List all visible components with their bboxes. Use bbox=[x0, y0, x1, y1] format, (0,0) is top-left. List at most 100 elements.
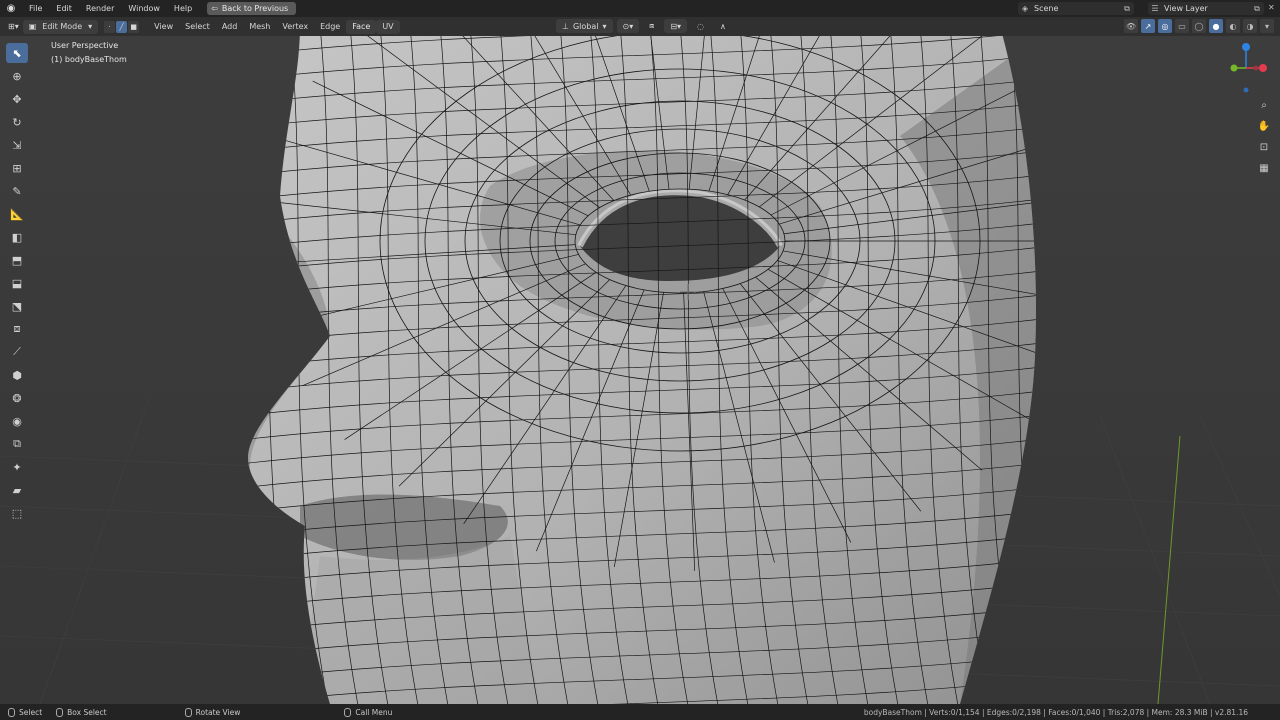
status-select-label: Select bbox=[19, 707, 43, 717]
pivot-point-dropdown[interactable]: ⊙▾ bbox=[616, 19, 640, 33]
rotate-icon[interactable]: ↻ bbox=[6, 112, 28, 132]
status-call-menu: Call Menu bbox=[344, 707, 393, 717]
viewport-header: ⊞▾ ▣ Edit Mode ▾ · ╱ ■ View Select Add M… bbox=[0, 17, 1280, 36]
knife-icon[interactable]: ⟋ bbox=[6, 342, 28, 362]
editor-type-icon[interactable]: ⊞▾ bbox=[0, 20, 23, 34]
gizmo-toggle-icon[interactable]: ↗ bbox=[1141, 19, 1155, 33]
top-menu-bar: ◉ File Edit Render Window Help ⇦ Back to… bbox=[0, 0, 1280, 17]
zoom-icon[interactable]: ⌕ bbox=[1255, 96, 1273, 114]
transform-icon[interactable]: ⊞ bbox=[6, 158, 28, 178]
status-box-select-label: Box Select bbox=[67, 707, 107, 717]
status-call-menu-label: Call Menu bbox=[355, 707, 393, 717]
vertex-select-icon[interactable]: · bbox=[104, 20, 116, 33]
menu-render[interactable]: Render bbox=[79, 0, 121, 17]
x-axis-icon bbox=[1259, 64, 1267, 72]
viewport-perspective-label: User Perspective bbox=[51, 41, 119, 50]
material-shading-icon[interactable]: ◐ bbox=[1226, 19, 1240, 33]
copy-scene-icon[interactable]: ⧉ bbox=[1120, 4, 1134, 14]
face-select-icon[interactable]: ■ bbox=[128, 20, 140, 33]
smooth-icon[interactable]: ◉ bbox=[6, 411, 28, 431]
transform-tools: ⊥ Global ▾ ⊙▾ ⧈ ⊟▾ ◌ ∧ bbox=[556, 19, 732, 33]
rendered-shading-icon[interactable]: ◑ bbox=[1243, 19, 1257, 33]
rip-icon[interactable]: ⬚ bbox=[6, 503, 28, 523]
tool-shelf: ⬉ ⊕ ✥ ↻ ⇲ ⊞ ✎ 📐 ◧ ⬒ ⬓ ⬔ ⧈ ⟋ ⬢ ❂ ◉ ⧉ ✦ ▰ … bbox=[6, 43, 30, 526]
overlay-toggle-icon[interactable]: ◎ bbox=[1158, 19, 1172, 33]
mouse-left-icon bbox=[8, 707, 15, 717]
viewport-display-tools: 👁 ↗ ◎ ▭ ◯ ● ◐ ◑ ▾ bbox=[1124, 19, 1274, 33]
loop-cut-icon[interactable]: ⧈ bbox=[6, 319, 28, 339]
transform-orientation-dropdown[interactable]: ⊥ Global ▾ bbox=[556, 19, 613, 33]
perspective-toggle-icon[interactable]: ▦ bbox=[1255, 159, 1273, 177]
xray-icon[interactable]: ▭ bbox=[1175, 19, 1189, 33]
select-box-icon[interactable]: ⬉ bbox=[6, 43, 28, 63]
menu-mesh[interactable]: Mesh bbox=[243, 20, 276, 34]
menu-vertex[interactable]: Vertex bbox=[276, 20, 314, 34]
poly-build-icon[interactable]: ⬢ bbox=[6, 365, 28, 385]
camera-icon[interactable]: ⊡ bbox=[1255, 138, 1273, 156]
solid-shading-icon[interactable]: ● bbox=[1209, 19, 1223, 33]
menu-edit[interactable]: Edit bbox=[49, 0, 79, 17]
snap-target-dropdown[interactable]: ⊟▾ bbox=[664, 19, 688, 33]
menu-window[interactable]: Window bbox=[121, 0, 167, 17]
menu-select[interactable]: Select bbox=[179, 20, 216, 34]
edge-slide-icon[interactable]: ⧉ bbox=[6, 434, 28, 454]
bevel-icon[interactable]: ⬔ bbox=[6, 296, 28, 316]
navigation-gizmo[interactable] bbox=[1218, 40, 1278, 100]
3d-viewport[interactable]: User Perspective (1) bodyBaseThom ⌕ ✋ ⊡ … bbox=[0, 36, 1280, 704]
menu-add[interactable]: Add bbox=[216, 20, 244, 34]
menu-file[interactable]: File bbox=[22, 0, 49, 17]
wireframe-shading-icon[interactable]: ◯ bbox=[1192, 19, 1206, 33]
shear-icon[interactable]: ▰ bbox=[6, 480, 28, 500]
edit-mode-icon: ▣ bbox=[28, 22, 37, 31]
orientation-icon: ⊥ bbox=[562, 21, 569, 31]
spin-icon[interactable]: ❂ bbox=[6, 388, 28, 408]
mesh-canvas[interactable] bbox=[0, 36, 1280, 704]
inset-icon[interactable]: ⬓ bbox=[6, 273, 28, 293]
pan-icon[interactable]: ✋ bbox=[1255, 117, 1273, 135]
snap-icon[interactable]: ⧈ bbox=[643, 19, 660, 33]
move-icon[interactable]: ✥ bbox=[6, 89, 28, 109]
status-select: Select bbox=[8, 707, 43, 717]
chevron-down-icon: ▾ bbox=[602, 21, 607, 31]
proportional-edit-icon[interactable]: ◌ bbox=[691, 19, 710, 33]
head-mesh[interactable] bbox=[240, 36, 1100, 704]
edge-select-icon[interactable]: ╱ bbox=[116, 20, 128, 33]
status-rotate-view: Rotate View bbox=[184, 707, 240, 717]
mode-selector[interactable]: ▣ Edit Mode ▾ bbox=[22, 19, 99, 34]
scene-icon: ◈ bbox=[1021, 4, 1029, 13]
extrude-icon[interactable]: ⬒ bbox=[6, 250, 28, 270]
scale-icon[interactable]: ⇲ bbox=[6, 135, 28, 155]
remove-view-layer-icon[interactable]: ✕ bbox=[1268, 3, 1275, 12]
shading-options-icon[interactable]: ▾ bbox=[1260, 19, 1274, 33]
select-mode-group: · ╱ ■ bbox=[104, 20, 140, 33]
shrink-fatten-icon[interactable]: ✦ bbox=[6, 457, 28, 477]
back-to-previous-button[interactable]: ⇦ Back to Previous bbox=[207, 2, 297, 15]
scene-name: Scene bbox=[1034, 4, 1059, 13]
scene-selector[interactable]: ◈ Scene ⧉ bbox=[1018, 2, 1134, 15]
back-to-previous-label: Back to Previous bbox=[221, 4, 289, 13]
annotate-icon[interactable]: ✎ bbox=[6, 181, 28, 201]
copy-view-layer-icon[interactable]: ⧉ bbox=[1250, 4, 1264, 14]
menu-uv[interactable]: UV bbox=[376, 19, 400, 34]
menu-view[interactable]: View bbox=[148, 20, 179, 34]
blender-logo-icon[interactable]: ◉ bbox=[0, 0, 22, 17]
status-bar: Select Box Select Rotate View Call Menu … bbox=[0, 704, 1280, 720]
mouse-right-icon bbox=[344, 707, 352, 717]
measure-icon[interactable]: 📐 bbox=[6, 204, 28, 224]
cursor-icon[interactable]: ⊕ bbox=[6, 66, 28, 86]
status-box-select: Box Select bbox=[56, 707, 107, 717]
neg-z-axis-icon bbox=[1243, 87, 1249, 93]
visibility-icon[interactable]: 👁 bbox=[1124, 19, 1138, 33]
active-object-label: (1) bodyBaseThom bbox=[51, 55, 127, 64]
falloff-icon[interactable]: ∧ bbox=[714, 19, 732, 33]
menu-edge[interactable]: Edge bbox=[314, 20, 346, 34]
back-icon: ⇦ bbox=[211, 4, 218, 13]
z-axis-icon bbox=[1242, 43, 1250, 51]
lip-shade bbox=[300, 536, 540, 704]
menu-help[interactable]: Help bbox=[167, 0, 199, 17]
add-cube-icon[interactable]: ◧ bbox=[6, 227, 28, 247]
view-layer-selector[interactable]: ☰ View Layer ⧉ bbox=[1148, 2, 1264, 15]
menu-face[interactable]: Face bbox=[346, 19, 377, 34]
y-axis-icon bbox=[1230, 64, 1238, 72]
chevron-down-icon: ▾ bbox=[88, 22, 93, 31]
